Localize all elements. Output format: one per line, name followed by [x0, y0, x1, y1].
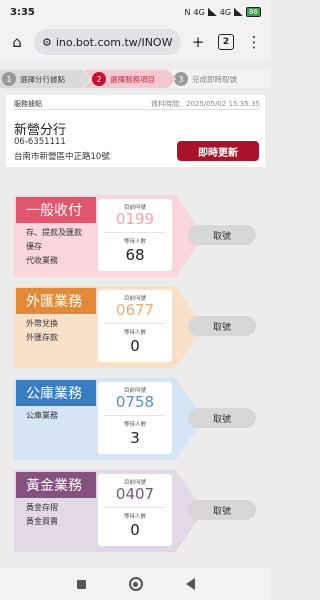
progress-steps: 1 選擇分行據點 2 選擇服務項目 3 完成即時取號 [0, 70, 271, 88]
status-bar: 3:35 N 4G 4G 86 [0, 0, 271, 24]
network-type-icon-2: 4G [219, 7, 232, 17]
current-number: 0758 [115, 393, 155, 411]
service-item: 存、提款及匯款 [26, 228, 82, 237]
waiting-label: 等待人數 [123, 422, 146, 428]
service-item: 黃金存摺 [26, 503, 58, 512]
service-items: 公庫業務 [26, 409, 58, 423]
service-item: 優存 [26, 242, 42, 251]
service-card: 外匯業務 外幣兌換 外匯存款 目前叫號 0677 等待人數 0 [14, 286, 204, 368]
service-category: 黃金業務 [16, 472, 96, 498]
take-number-button[interactable]: 取號 [188, 500, 256, 520]
battery-icon: 86 [246, 7, 261, 17]
waiting-count: 3 [130, 429, 140, 447]
current-number: 0199 [115, 210, 155, 228]
waiting-label: 等待人數 [123, 330, 146, 336]
home-icon[interactable]: ⌂ [6, 31, 28, 53]
divider [104, 232, 166, 233]
url-text: ino.bot.com.tw/INOW [55, 35, 173, 49]
step-number: 2 [92, 72, 106, 86]
current-number: 0407 [115, 485, 155, 503]
home-nav-icon[interactable] [128, 577, 143, 591]
divider [104, 507, 166, 508]
waiting-label: 等待人數 [123, 239, 146, 245]
service-card: 一般收付 存、提款及匯款 優存 代收業務 目前叫號 0199 等待人數 68 [14, 195, 204, 277]
step-number: 1 [2, 72, 16, 86]
tab-switcher-button[interactable]: 2 [215, 31, 237, 53]
step-select-service: 2 選擇服務項目 [84, 70, 176, 88]
section-label: 服務據點 [14, 100, 42, 108]
branch-address: 台南市新營區中正路10號 [14, 152, 110, 162]
new-tab-icon[interactable]: + [187, 31, 209, 53]
take-number-button[interactable]: 取號 [188, 225, 256, 245]
service-items: 黃金存摺 黃金買賣 [26, 501, 58, 529]
queue-status-box: 目前叫號 0677 等待人數 0 [98, 290, 172, 362]
service-item: 代收業務 [26, 256, 58, 265]
browser-toolbar: ⌂ ⚙ ino.bot.com.tw/INOW + 2 ⋮ [0, 24, 271, 60]
service-card: 黃金業務 黃金存摺 黃金買賣 目前叫號 0407 等待人數 0 [14, 470, 204, 552]
waiting-count: 0 [130, 337, 140, 355]
data-time: 資料時間：2025/05/02 15:35:35 [151, 99, 260, 109]
take-number-button[interactable]: 取號 [188, 408, 256, 428]
waiting-count: 0 [130, 521, 140, 539]
service-items: 外幣兌換 外匯存款 [26, 317, 58, 345]
branch-info-panel: 服務據點 資料時間：2025/05/02 15:35:35 新營分行 06-63… [6, 95, 265, 167]
divider [104, 323, 166, 324]
service-category: 一般收付 [16, 197, 96, 223]
menu-icon[interactable]: ⋮ [243, 31, 265, 53]
status-icons: N 4G 4G 86 [184, 7, 261, 17]
branch-phone: 06-6351111 [14, 137, 66, 147]
network-type-icon: 4G [193, 7, 205, 17]
step-label: 完成即時取號 [192, 74, 237, 84]
refresh-button[interactable]: 即時更新 [177, 141, 259, 161]
service-category: 公庫業務 [16, 380, 96, 406]
current-number: 0677 [115, 301, 155, 319]
service-item: 黃金買賣 [26, 517, 58, 526]
service-card: 公庫業務 公庫業務 目前叫號 0758 等待人數 3 [14, 378, 204, 460]
signal-icon-2 [234, 8, 244, 16]
divider [104, 415, 166, 416]
service-items: 存、提款及匯款 優存代收業務 [26, 226, 82, 268]
signal-icon [207, 8, 217, 16]
recents-icon[interactable] [76, 579, 86, 589]
service-item: 外匯存款 [26, 333, 58, 342]
service-category: 外匯業務 [16, 288, 96, 314]
site-settings-icon[interactable]: ⚙ [42, 36, 52, 49]
step-number: 3 [174, 72, 188, 86]
service-item: 公庫業務 [26, 411, 58, 420]
data-time-value: 2025/05/02 15:35:35 [185, 100, 260, 108]
data-time-label: 資料時間： [150, 100, 186, 108]
address-bar[interactable]: ⚙ ino.bot.com.tw/INOW [34, 29, 181, 55]
step-complete: 3 完成即時取號 [168, 70, 271, 88]
tab-count: 2 [218, 34, 234, 50]
queue-status-box: 目前叫號 0199 等待人數 68 [98, 199, 172, 271]
queue-status-box: 目前叫號 0758 等待人數 3 [98, 382, 172, 454]
branch-name: 新營分行 [14, 123, 67, 138]
queue-status-box: 目前叫號 0407 等待人數 0 [98, 474, 172, 546]
back-icon[interactable] [185, 578, 195, 590]
waiting-count: 68 [125, 246, 145, 264]
divider [14, 109, 260, 110]
step-label: 選擇服務項目 [110, 74, 155, 84]
step-select-branch[interactable]: 1 選擇分行據點 [0, 70, 90, 88]
service-item: 外幣兌換 [26, 319, 58, 328]
take-number-button[interactable]: 取號 [188, 316, 256, 336]
status-time: 3:35 [10, 6, 35, 18]
network-n-icon: N [184, 7, 191, 17]
step-label: 選擇分行據點 [20, 74, 65, 84]
waiting-label: 等待人數 [123, 514, 146, 520]
system-nav-bar [0, 568, 271, 600]
